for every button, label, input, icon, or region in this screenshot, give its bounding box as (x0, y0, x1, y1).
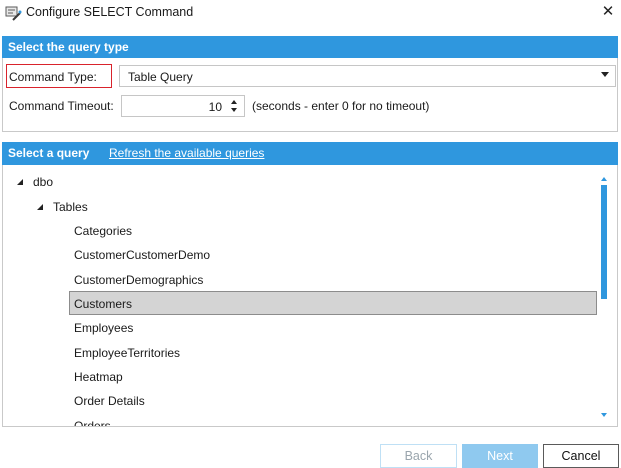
title-bar: Configure SELECT Command ✕ (0, 0, 621, 26)
timeout-hint: (seconds - enter 0 for no timeout) (252, 99, 430, 113)
query-type-panel: Command Type: Table Query Command Timeou… (2, 58, 618, 132)
tree-item[interactable]: Order Details (74, 390, 145, 412)
spin-down-icon[interactable] (231, 108, 237, 112)
tree-item[interactable]: EmployeeTerritories (74, 342, 180, 364)
query-tree: dbo Tables Categories CustomerCustomerDe… (2, 165, 618, 427)
scroll-up-icon[interactable] (601, 177, 607, 181)
command-timeout-value[interactable]: 10 (209, 100, 222, 114)
cancel-button[interactable]: Cancel (543, 444, 619, 468)
command-type-label: Command Type: (9, 70, 97, 84)
select-query-title: Select a query (8, 146, 90, 160)
tree-item-selected[interactable]: Customers (74, 293, 132, 315)
command-type-select[interactable]: Table Query (119, 65, 616, 87)
tree-item[interactable]: Employees (74, 317, 133, 339)
selected-row-highlight (69, 291, 597, 315)
tree-item[interactable]: CustomerDemographics (74, 269, 203, 291)
close-button[interactable]: ✕ (595, 0, 621, 26)
command-timeout-label: Command Timeout: (9, 99, 114, 113)
tree-node-label: Tables (53, 200, 88, 214)
tree-item[interactable]: Heatmap (74, 366, 123, 388)
expand-triangle-icon[interactable] (37, 204, 43, 210)
back-button[interactable]: Back (380, 444, 457, 468)
tree-item[interactable]: CustomerCustomerDemo (74, 244, 210, 266)
chevron-down-icon[interactable] (601, 72, 609, 77)
query-type-header: Select the query type (2, 36, 618, 58)
tree-item[interactable]: Categories (74, 220, 132, 242)
scroll-thumb[interactable] (601, 185, 607, 299)
refresh-queries-link[interactable]: Refresh the available queries (109, 142, 264, 165)
command-type-value: Table Query (128, 70, 193, 84)
next-button[interactable]: Next (462, 444, 538, 468)
spin-up-icon[interactable] (231, 100, 237, 104)
expand-triangle-icon[interactable] (17, 179, 23, 185)
wand-icon (4, 4, 22, 22)
vertical-scrollbar[interactable] (599, 165, 609, 425)
select-query-header: Select a query Refresh the available que… (2, 142, 618, 165)
tree-item[interactable]: Orders (74, 415, 111, 426)
command-timeout-stepper[interactable]: 10 (121, 95, 245, 117)
window-title: Configure SELECT Command (26, 5, 194, 19)
scroll-down-icon[interactable] (601, 413, 607, 417)
tree-node-label: dbo (33, 175, 54, 189)
